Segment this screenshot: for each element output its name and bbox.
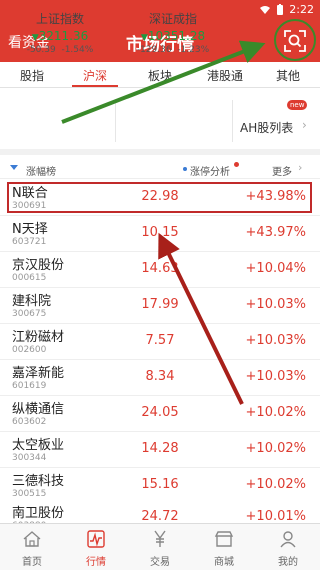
index-name: 上证指数 xyxy=(35,12,84,26)
stock-row[interactable]: 太空板业 300344 14.28 +10.02% xyxy=(0,432,320,468)
down-arrow-icon: ▼ xyxy=(140,33,148,43)
ah-stock-list-link[interactable]: AH股列表 xyxy=(240,119,293,136)
battery-icon xyxy=(277,3,284,15)
home-icon xyxy=(23,531,41,547)
stock-row[interactable]: 建科院 300675 17.99 +10.03% xyxy=(0,288,320,324)
tab-shanghai-shenzhen[interactable]: 沪深 xyxy=(75,67,115,84)
index-change: -50.39 xyxy=(26,45,56,55)
stock-name: 三德科技 xyxy=(12,474,65,489)
tabbar-label: 商城 xyxy=(214,557,234,568)
index-value: 3211.36 xyxy=(38,29,89,43)
index-pct: -1.54% xyxy=(61,45,94,55)
tab-indices[interactable]: 股指 xyxy=(12,67,52,84)
stock-change-pct: +10.04% xyxy=(245,261,306,276)
tab-sectors[interactable]: 板块 xyxy=(140,67,180,84)
tab-hk-connect[interactable]: 港股通 xyxy=(198,67,252,84)
stock-change-pct: +10.03% xyxy=(245,369,306,384)
stock-name: N天择 xyxy=(12,222,48,237)
active-tab-indicator xyxy=(72,85,118,87)
stock-change-pct: +43.97% xyxy=(245,225,306,240)
stock-code: 300675 xyxy=(12,309,47,319)
tabbar-trade[interactable]: 交易 xyxy=(128,524,192,570)
stock-price: 15.16 xyxy=(141,477,179,492)
stock-row[interactable]: 江粉磁材 002600 7.57 +10.03% xyxy=(0,324,320,360)
index-card-shenzhen[interactable]: 深证成指 ▼10351.28 -129.36 -1.23% xyxy=(118,10,228,55)
stock-name: 太空板业 xyxy=(12,438,65,453)
tabbar-store[interactable]: 商城 xyxy=(192,524,256,570)
tabbar-label: 我的 xyxy=(278,557,298,568)
tabbar-label: 交易 xyxy=(150,557,170,568)
index-change: -129.36 xyxy=(136,45,172,55)
annotation-highlight-box xyxy=(7,182,312,213)
stock-code: 603602 xyxy=(12,417,47,427)
stock-change-pct: +10.01% xyxy=(245,509,306,523)
tabbar-market[interactable]: 行情 xyxy=(64,524,128,570)
index-name: 深证成指 xyxy=(148,12,197,26)
stock-row[interactable]: N天择 603721 10.15 +43.97% xyxy=(0,216,320,252)
stock-name: 建科院 xyxy=(12,294,52,309)
limit-up-analysis-link[interactable]: 涨停分析 xyxy=(190,163,230,178)
stock-price: 7.57 xyxy=(145,333,175,348)
notification-dot xyxy=(234,162,239,167)
stock-change-pct: +10.02% xyxy=(245,405,306,420)
stock-code: 000615 xyxy=(12,273,47,283)
stock-code: 300344 xyxy=(12,453,47,463)
index-pct: -1.23% xyxy=(177,45,210,55)
more-link[interactable]: 更多 xyxy=(272,163,292,178)
stock-price: 14.28 xyxy=(141,441,179,456)
store-icon xyxy=(214,531,234,547)
stock-change-pct: +10.02% xyxy=(245,477,306,492)
down-arrow-icon: ▼ xyxy=(31,33,39,43)
stock-row[interactable]: 京汉股份 000615 14.63 +10.04% xyxy=(0,252,320,288)
market-chart-icon xyxy=(87,530,105,548)
wifi-icon xyxy=(260,5,271,14)
status-time: 2:22 xyxy=(289,3,314,16)
divider xyxy=(232,100,233,142)
stock-price: 24.72 xyxy=(141,509,179,523)
sort-label[interactable]: 涨幅榜 xyxy=(26,163,56,178)
stock-code: 601619 xyxy=(12,381,47,391)
tabbar-home[interactable]: 首页 xyxy=(0,524,64,570)
annotation-circle xyxy=(274,19,316,61)
index-value: 10351.28 xyxy=(147,29,206,43)
stock-name: 京汉股份 xyxy=(12,258,65,273)
tab-other[interactable]: 其他 xyxy=(268,67,308,84)
divider xyxy=(115,100,116,142)
index-card-shanghai[interactable]: 上证指数 ▼3211.36 -50.39 -1.54% xyxy=(10,10,110,55)
stock-price: 10.15 xyxy=(141,225,179,240)
stock-price: 14.63 xyxy=(141,261,179,276)
stock-code: 603721 xyxy=(12,237,47,247)
stock-row[interactable]: 纵横通信 603602 24.05 +10.02% xyxy=(0,396,320,432)
stock-code: 002600 xyxy=(12,345,47,355)
stock-change-pct: +10.03% xyxy=(245,297,306,312)
stock-change-pct: +10.02% xyxy=(245,441,306,456)
new-badge: new xyxy=(287,100,308,110)
bullet-icon xyxy=(183,167,187,171)
stock-name: 江粉磁材 xyxy=(12,330,65,345)
stock-change-pct: +10.03% xyxy=(245,333,306,348)
chevron-right-icon: › xyxy=(298,161,303,174)
stock-name: 嘉泽新能 xyxy=(12,366,65,381)
tabbar-label: 首页 xyxy=(22,557,42,568)
tabbar-profile[interactable]: 我的 xyxy=(256,524,320,570)
tabbar-label: 行情 xyxy=(86,557,106,568)
stock-price: 17.99 xyxy=(141,297,179,312)
list-header: 涨幅榜 涨停分析 更多 › xyxy=(0,161,320,179)
stock-price: 24.05 xyxy=(141,405,179,420)
chevron-right-icon: › xyxy=(302,118,307,132)
stock-row[interactable]: 三德科技 300515 15.16 +10.02% xyxy=(0,468,320,504)
trade-yen-icon xyxy=(154,530,166,547)
sort-down-icon[interactable] xyxy=(10,165,18,170)
market-tabs: 股指 沪深 板块 港股通 其他 xyxy=(0,62,320,88)
stock-row[interactable]: 南卫股份 603880 24.72 +10.01% xyxy=(0,500,320,523)
profile-icon xyxy=(280,531,296,548)
stock-price: 8.34 xyxy=(145,369,175,384)
stock-name: 南卫股份 xyxy=(12,506,65,521)
stock-name: 纵横通信 xyxy=(12,402,65,417)
stock-row[interactable]: 嘉泽新能 601619 8.34 +10.03% xyxy=(0,360,320,396)
stock-code: 300515 xyxy=(12,489,47,499)
bottom-tab-bar: 首页 行情 交易 商城 我的 xyxy=(0,523,320,570)
